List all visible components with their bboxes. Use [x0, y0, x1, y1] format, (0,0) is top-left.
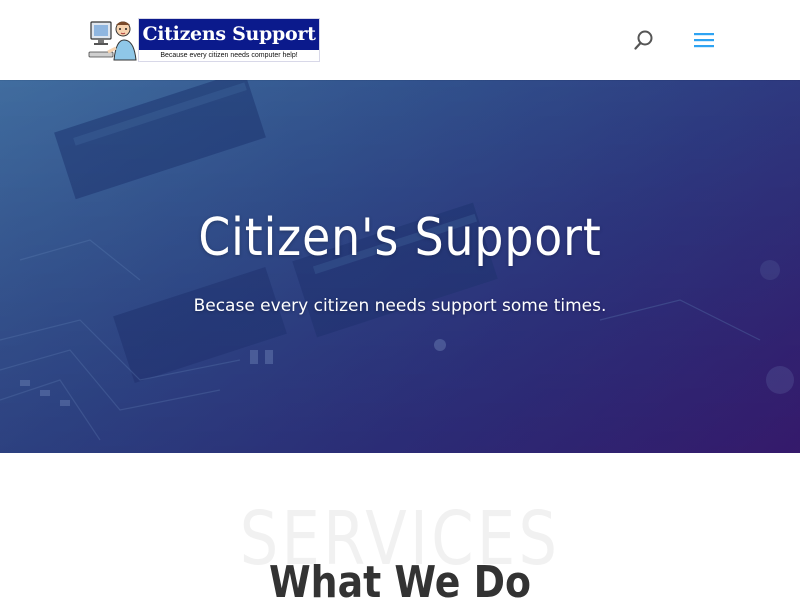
hamburger-menu-icon[interactable] [692, 28, 716, 52]
computer-helper-icon [88, 16, 140, 62]
search-icon[interactable] [632, 28, 656, 52]
hero-subtitle: Becase every citizen needs support some … [193, 296, 607, 316]
services-heading: What We Do [268, 557, 532, 600]
site-header: Citizens Support Because every citizen n… [0, 0, 800, 80]
services-section: SERVICES What We Do [0, 453, 800, 600]
logo-wordmark: Citizens Support Because every citizen n… [138, 18, 320, 62]
logo-tagline: Because every citizen needs computer hel… [160, 52, 298, 59]
hero-title: Citizen's Support [198, 208, 602, 268]
site-logo[interactable]: Citizens Support Because every citizen n… [88, 16, 320, 62]
logo-title: Citizens Support [142, 23, 316, 45]
hero-banner: Citizen's Support Becase every citizen n… [0, 80, 800, 453]
